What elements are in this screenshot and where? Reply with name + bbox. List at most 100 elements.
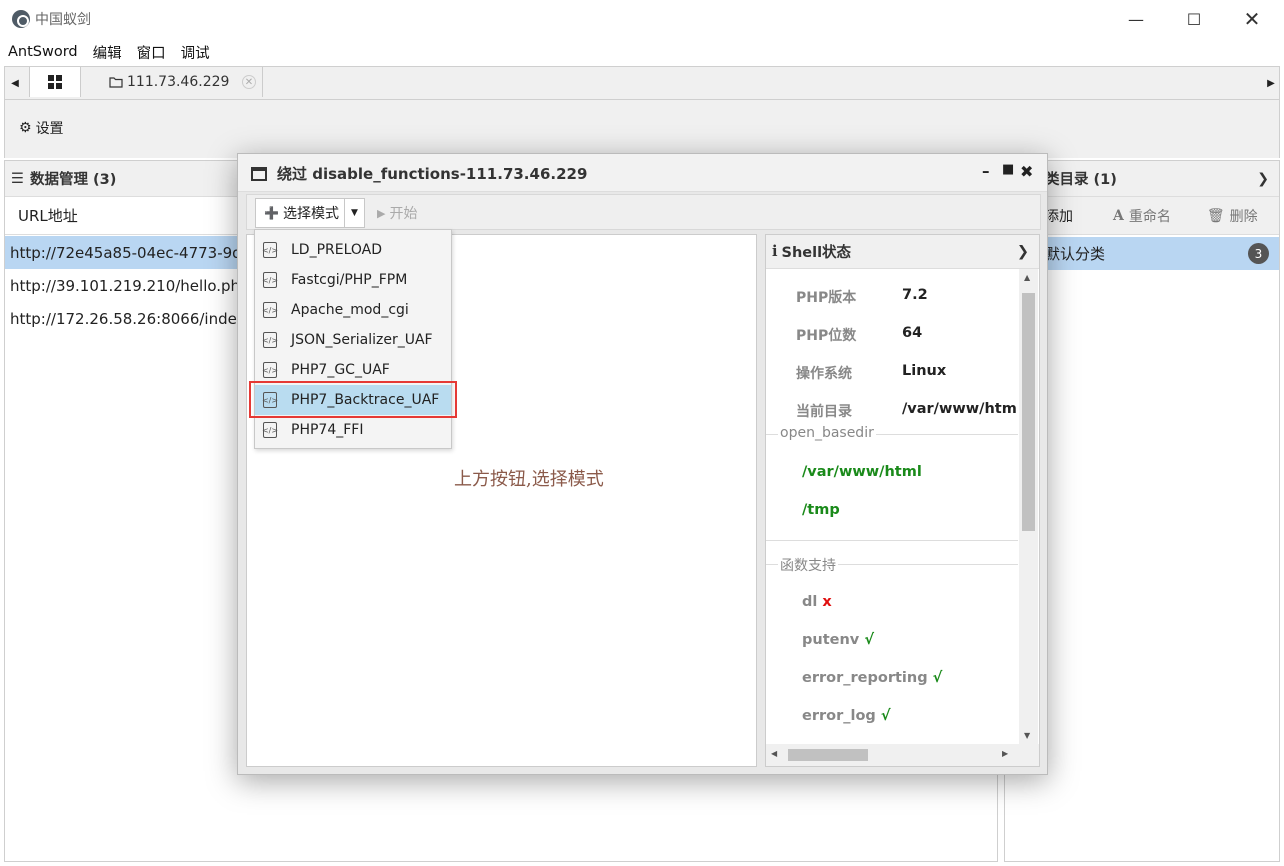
add-category-button[interactable]: 添加	[1045, 206, 1073, 226]
function-item: putenv √	[802, 632, 874, 648]
function-name: error_reporting	[802, 670, 928, 686]
play-icon: ▶	[377, 206, 386, 220]
delete-label: 删除	[1229, 208, 1258, 225]
scroll-down-icon[interactable]: ▼	[1024, 731, 1030, 740]
start-button[interactable]: ▶ 开始	[377, 203, 417, 223]
mode-label: Apache_mod_cgi	[291, 302, 409, 318]
supported-mark: √	[932, 670, 943, 686]
function-item: error_log √	[802, 708, 891, 724]
dialog-title: 绕过 disable_functions-111.73.46.229	[277, 165, 588, 183]
info-icon: i	[772, 243, 778, 260]
selection-highlight-box	[249, 381, 457, 418]
tab-scroll-left-icon[interactable]: ◀	[5, 67, 25, 99]
menu-bar: AntSword 编辑 窗口 调试	[0, 38, 1284, 66]
tab-host[interactable]: 111.73.46.229 ✕	[83, 67, 263, 97]
count-badge: 3	[1248, 243, 1269, 264]
list-icon: ☰	[11, 170, 24, 187]
tab-scroll-right-icon[interactable]: ▶	[1261, 67, 1281, 99]
tab-home[interactable]	[29, 67, 81, 97]
dialog-titlebar: 绕过 disable_functions-111.73.46.229 – ■ ✖	[238, 154, 1047, 192]
shell-status-header: i Shell状态 ❯	[766, 235, 1039, 269]
mode-label: Fastcgi/PHP_FPM	[291, 272, 408, 288]
php-file-icon: </>	[262, 422, 278, 438]
scroll-right-icon[interactable]: ▶	[1002, 749, 1008, 758]
menu-edit[interactable]: 编辑	[93, 42, 122, 63]
rename-label: 重命名	[1128, 208, 1171, 225]
font-icon: A	[1113, 207, 1124, 224]
mode-item-json-serializer-uaf[interactable]: </> JSON_Serializer_UAF	[255, 325, 451, 355]
scroll-up-icon[interactable]: ▲	[1024, 273, 1030, 282]
hint-text: 上方按钮,选择模式	[454, 469, 604, 490]
mode-item-ld-preload[interactable]: </> LD_PRELOAD	[255, 235, 451, 265]
start-label: 开始	[389, 206, 418, 222]
vertical-scrollbar[interactable]: ▲ ▼	[1019, 269, 1038, 744]
dialog-minimize-button[interactable]: –	[982, 162, 990, 180]
main-toolbar: ⚙ 设置	[4, 100, 1280, 158]
rename-category-button[interactable]: A 重命名	[1113, 206, 1171, 226]
php-file-icon: </>	[262, 362, 278, 378]
os-value: Linux	[902, 363, 947, 379]
scrollbar-thumb[interactable]	[1022, 293, 1035, 531]
category-panel-title: 类目录 (1)	[1045, 172, 1117, 188]
php-file-icon: </>	[262, 242, 278, 258]
menu-window[interactable]: 窗口	[137, 42, 166, 63]
php-bits-value: 64	[902, 325, 923, 341]
menu-debug[interactable]: 调试	[181, 42, 210, 63]
mode-item-php74-ffi[interactable]: </> PHP74_FFI	[255, 415, 451, 445]
mode-label: JSON_Serializer_UAF	[291, 332, 433, 348]
php-version-label: PHP版本	[796, 290, 857, 306]
supported-mark: √	[880, 708, 891, 724]
dialog-close-button[interactable]: ✖	[1020, 162, 1033, 181]
mode-label: LD_PRELOAD	[291, 242, 383, 258]
scrollbar-thumb[interactable]	[788, 749, 868, 761]
mode-item-apache-mod-cgi[interactable]: </> Apache_mod_cgi	[255, 295, 451, 325]
os-label: 操作系统	[796, 366, 852, 382]
maximize-button[interactable]: ☐	[1171, 5, 1217, 33]
scroll-left-icon[interactable]: ◀	[771, 749, 777, 758]
settings-label: 设置	[35, 121, 64, 137]
dialog-maximize-button[interactable]: ■	[1002, 162, 1014, 177]
menu-antsword[interactable]: AntSword	[8, 44, 78, 60]
horizontal-scrollbar[interactable]: ◀ ▶	[766, 744, 1039, 766]
grid-icon	[48, 75, 62, 89]
basedir-path: /tmp	[802, 502, 840, 518]
php-version-value: 7.2	[902, 287, 928, 303]
app-logo-icon	[12, 10, 30, 28]
settings-button[interactable]: ⚙ 设置	[19, 118, 64, 138]
chevron-down-icon[interactable]: ▼	[344, 199, 364, 227]
function-name: putenv	[802, 632, 860, 648]
current-dir-value: /var/www/htm	[902, 401, 1017, 417]
data-panel-title: 数据管理 (3)	[30, 172, 117, 188]
delete-category-button[interactable]: 🗑 删除	[1207, 206, 1258, 226]
mode-item-fastcgi[interactable]: </> Fastcgi/PHP_FPM	[255, 265, 451, 295]
function-item: dl x	[802, 594, 832, 610]
folder-icon	[109, 77, 123, 88]
gear-icon: ⚙	[19, 120, 32, 136]
functions-legend: 函数支持	[778, 555, 838, 575]
unsupported-mark: x	[822, 594, 832, 610]
tab-close-icon[interactable]: ✕	[242, 75, 256, 89]
select-mode-button[interactable]: ➕ 选择模式 ▼	[255, 198, 365, 228]
chevron-right-icon[interactable]: ❯	[1257, 171, 1269, 187]
title-bar: 中国蚁剑 — ☐ ✕	[0, 0, 1284, 38]
chevron-right-icon[interactable]: ❯	[1017, 244, 1029, 260]
divider	[766, 540, 1018, 541]
select-mode-label: 选择模式	[282, 206, 339, 222]
supported-mark: √	[864, 632, 874, 648]
php-file-icon: </>	[262, 272, 278, 288]
php-bits-label: PHP位数	[796, 328, 857, 344]
minimize-button[interactable]: —	[1113, 5, 1159, 33]
window-title: 中国蚁剑	[35, 12, 91, 28]
plus-circle-icon: ➕	[264, 206, 279, 220]
php-file-icon: </>	[262, 302, 278, 318]
category-label: 默认分类	[1045, 245, 1106, 263]
mode-label: PHP7_GC_UAF	[291, 362, 390, 378]
function-name: dl	[802, 594, 818, 610]
function-name: error_log	[802, 708, 876, 724]
dialog-toolbar: ➕ 选择模式 ▼ ▶ 开始	[246, 194, 1041, 230]
close-button[interactable]: ✕	[1229, 5, 1275, 33]
current-dir-label: 当前目录	[796, 404, 852, 420]
tab-bar: ◀ 111.73.46.229 ✕ ▶	[4, 66, 1280, 100]
basedir-path: /var/www/html	[802, 464, 922, 480]
shell-status-title: Shell状态	[781, 245, 852, 261]
